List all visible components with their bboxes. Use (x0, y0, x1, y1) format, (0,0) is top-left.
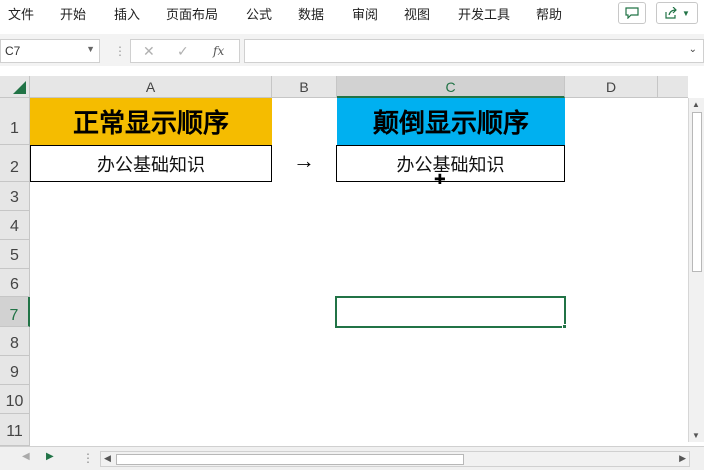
row-header-6[interactable]: 6 (0, 269, 30, 297)
column-header-b[interactable]: B (272, 76, 337, 98)
menu-review[interactable]: 审阅 (352, 4, 378, 23)
formula-input[interactable]: ⌄ (244, 39, 704, 63)
formula-bar-grip-icon: ⋮ (114, 44, 126, 58)
row-header-11[interactable]: 11 (0, 414, 30, 446)
scroll-right-icon[interactable]: ▶ (679, 453, 686, 464)
column-header-blank (658, 76, 688, 98)
comments-button[interactable] (618, 2, 646, 24)
expand-formula-icon[interactable]: ⌄ (689, 44, 697, 55)
scroll-up-icon[interactable]: ▲ (692, 100, 700, 109)
row-header-9[interactable]: 9 (0, 356, 30, 385)
scroll-down-icon[interactable]: ▼ (692, 431, 700, 440)
comment-icon (625, 7, 639, 19)
menu-insert[interactable]: 插入 (114, 4, 140, 23)
column-header-a[interactable]: A (30, 76, 272, 98)
formula-bar-buttons: ✕ ✓ fx (130, 39, 240, 63)
cell-c1[interactable]: 颠倒显示顺序 (337, 98, 565, 145)
cell-a2[interactable]: 办公基础知识 (30, 145, 272, 182)
row-header-5[interactable]: 5 (0, 240, 30, 269)
select-all-button[interactable] (0, 76, 30, 98)
share-icon (665, 7, 677, 19)
ribbon-menu-bar: 文件 开始 插入 页面布局 公式 数据 审阅 视图 开发工具 帮助 ▼ (0, 0, 704, 26)
prev-sheet-icon[interactable]: ◀ (22, 451, 30, 462)
cancel-icon[interactable]: ✕ (143, 43, 155, 60)
row-header-4[interactable]: 4 (0, 211, 30, 240)
share-button[interactable]: ▼ (656, 2, 698, 24)
cell-a1[interactable]: 正常显示顺序 (30, 98, 272, 145)
row-header-3[interactable]: 3 (0, 182, 30, 211)
menu-page-layout[interactable]: 页面布局 (166, 4, 218, 23)
menu-file[interactable]: 文件 (8, 4, 34, 23)
menu-developer[interactable]: 开发工具 (458, 4, 510, 23)
selected-cell-c7[interactable] (335, 296, 566, 328)
formula-bar: C7 ▼ ⋮ ✕ ✓ fx ⌄ (0, 34, 704, 66)
name-box[interactable]: C7 ▼ (0, 39, 100, 63)
row-header-10[interactable]: 10 (0, 385, 30, 414)
cell-c2[interactable]: 办公基础知识 (336, 145, 565, 182)
sheet-tab-bar: ◀ ▶ ⋮ ◀ ▶ (0, 446, 704, 470)
horizontal-scroll-thumb[interactable] (116, 454, 464, 465)
menu-help[interactable]: 帮助 (536, 4, 562, 23)
cell-b2[interactable]: → (293, 148, 315, 174)
next-sheet-icon[interactable]: ▶ (46, 451, 54, 462)
menu-data[interactable]: 数据 (298, 4, 324, 23)
row-header-2[interactable]: 2 (0, 145, 30, 182)
menu-home[interactable]: 开始 (60, 4, 86, 23)
row-header-8[interactable]: 8 (0, 327, 30, 356)
mouse-cursor-icon: ✚ (434, 171, 446, 187)
fill-handle[interactable] (562, 324, 567, 329)
tab-split-grip-icon[interactable]: ⋮ (82, 451, 94, 465)
chevron-down-icon: ▼ (682, 8, 690, 18)
name-box-value: C7 (5, 44, 21, 58)
row-header-1[interactable]: 1 (0, 98, 30, 145)
scroll-left-icon[interactable]: ◀ (104, 453, 111, 464)
column-header-c[interactable]: C (337, 76, 565, 98)
menu-formulas[interactable]: 公式 (246, 4, 272, 23)
vertical-scrollbar[interactable]: ▲ ▼ (688, 98, 704, 442)
chevron-down-icon[interactable]: ▼ (86, 44, 95, 54)
column-header-d[interactable]: D (565, 76, 658, 98)
insert-function-icon[interactable]: fx (213, 44, 224, 58)
vertical-scroll-thumb[interactable] (692, 112, 702, 272)
menu-view[interactable]: 视图 (404, 4, 430, 23)
horizontal-scrollbar[interactable]: ◀ ▶ (100, 451, 690, 467)
select-all-triangle-icon (13, 81, 26, 94)
worksheet-grid[interactable]: A B C D 1 2 3 4 5 6 7 8 9 10 11 正常显示顺序 颠… (0, 76, 704, 446)
row-header-7[interactable]: 7 (0, 297, 30, 327)
enter-check-icon[interactable]: ✓ (177, 43, 189, 60)
